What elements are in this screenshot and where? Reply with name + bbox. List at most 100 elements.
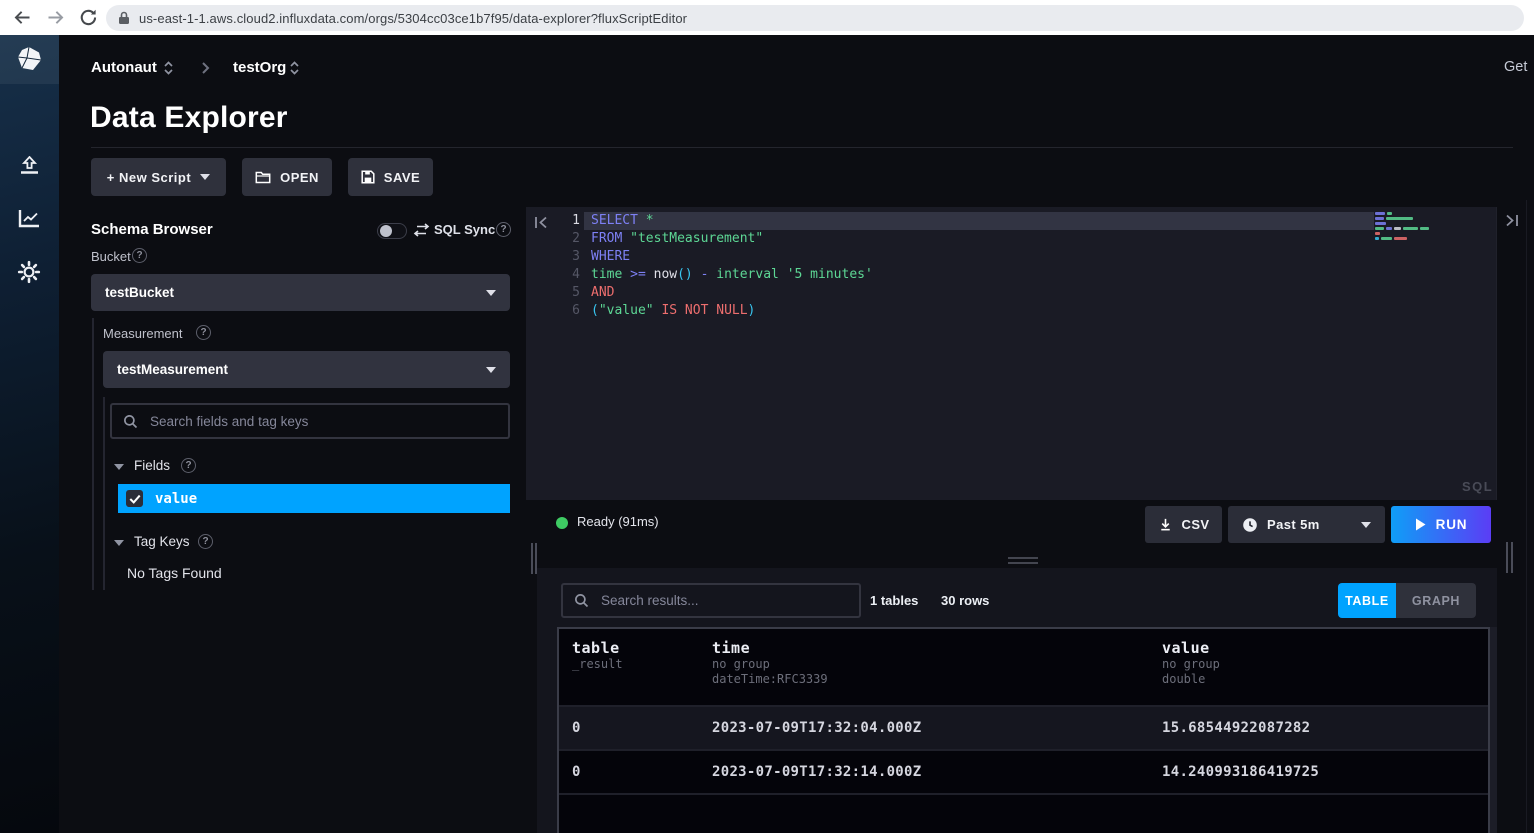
line-number: 2 xyxy=(546,230,580,248)
run-label: RUN xyxy=(1436,517,1468,532)
bucket-label: Bucket xyxy=(91,249,131,264)
schema-browser-title: Schema Browser xyxy=(91,221,213,238)
new-script-button[interactable]: + New Script xyxy=(91,158,226,196)
breadcrumb-separator-icon xyxy=(201,62,210,74)
tab-table[interactable]: TABLE xyxy=(1338,583,1396,618)
forward-icon[interactable] xyxy=(45,7,66,28)
bucket-value: testBucket xyxy=(105,285,174,300)
table-cell: 15.68544922087282 xyxy=(1149,720,1488,736)
results-table-header: table_resulttimeno groupdateTime:RFC3339… xyxy=(559,629,1488,705)
get-link[interactable]: Get xyxy=(1504,59,1527,75)
fields-help-icon[interactable]: ? xyxy=(181,458,196,473)
field-item-value[interactable]: value xyxy=(118,484,510,513)
right-splitter-handle[interactable] xyxy=(1511,542,1513,573)
time-range-dropdown[interactable]: Past 5m xyxy=(1228,506,1385,543)
address-bar[interactable]: us-east-1-1.aws.cloud2.influxdata.com/or… xyxy=(106,5,1524,31)
sync-arrows-icon xyxy=(413,223,430,237)
csv-button[interactable]: CSV xyxy=(1145,506,1222,543)
code-line[interactable]: AND xyxy=(584,284,1374,302)
upload-icon[interactable] xyxy=(17,156,42,176)
no-tags-text: No Tags Found xyxy=(127,565,222,581)
table-cell: 0 xyxy=(559,720,699,736)
editor-gutter: 123456 xyxy=(546,212,580,320)
breadcrumb-org[interactable]: Autonaut xyxy=(91,59,157,76)
schema-search[interactable] xyxy=(110,403,510,439)
check-icon xyxy=(129,494,141,504)
tag-keys-label: Tag Keys xyxy=(134,534,190,549)
org-switcher-icon[interactable] xyxy=(163,60,174,76)
language-badge: SQL xyxy=(1462,479,1493,494)
code-line[interactable]: FROM "testMeasurement" xyxy=(584,230,1374,248)
line-number: 6 xyxy=(546,302,580,320)
open-button[interactable]: OPEN xyxy=(242,158,332,196)
measurement-dropdown[interactable]: testMeasurement xyxy=(103,351,510,388)
bucket-dropdown[interactable]: testBucket xyxy=(91,274,510,311)
chevron-down-icon xyxy=(200,174,210,180)
editor-minimap[interactable] xyxy=(1375,212,1437,242)
table-cell: 2023-07-09T17:32:14.000Z xyxy=(699,764,1149,780)
breadcrumb-project[interactable]: testOrg xyxy=(233,59,286,76)
line-number: 4 xyxy=(546,266,580,284)
sql-editor[interactable]: 123456 SELECT *FROM "testMeasurement"WHE… xyxy=(526,207,1497,500)
results-table: table_resulttimeno groupdateTime:RFC3339… xyxy=(557,627,1490,833)
sql-sync-help-icon[interactable]: ? xyxy=(496,222,511,237)
search-icon xyxy=(574,593,589,608)
schema-search-input[interactable] xyxy=(148,413,497,430)
tables-count: 1 tables xyxy=(870,593,918,608)
horizontal-splitter-handle[interactable] xyxy=(1008,557,1038,559)
run-button[interactable]: RUN xyxy=(1391,506,1491,543)
results-search[interactable] xyxy=(561,583,861,618)
field-checkbox[interactable] xyxy=(126,490,143,507)
nav-sidebar: ? xyxy=(0,35,59,833)
column-header: timeno groupdateTime:RFC3339 xyxy=(699,629,1149,705)
code-line[interactable]: WHERE xyxy=(584,248,1374,266)
measurement-label: Measurement xyxy=(103,326,182,341)
save-button[interactable]: SAVE xyxy=(348,158,433,196)
new-script-label: + New Script xyxy=(107,170,191,185)
data-explorer-icon[interactable] xyxy=(18,209,41,228)
page-title: Data Explorer xyxy=(90,101,288,135)
table-row-empty xyxy=(559,795,1488,833)
right-splitter-handle[interactable] xyxy=(1506,542,1508,573)
status-text: Ready (91ms) xyxy=(577,514,659,529)
collapse-right-icon[interactable] xyxy=(1504,214,1519,227)
results-search-input[interactable] xyxy=(599,592,848,609)
table-cell: 14.240993186419725 xyxy=(1149,764,1488,780)
url-text: us-east-1-1.aws.cloud2.influxdata.com/or… xyxy=(139,11,687,26)
measurement-value: testMeasurement xyxy=(117,362,228,377)
lock-icon xyxy=(118,11,130,25)
clock-icon xyxy=(1242,517,1258,533)
fields-collapse-icon[interactable] xyxy=(114,464,124,470)
code-line[interactable]: SELECT * xyxy=(584,212,1374,230)
chevron-down-icon xyxy=(1361,522,1371,528)
indent-guide xyxy=(103,397,105,590)
results-scrollbar[interactable] xyxy=(1490,627,1497,833)
bucket-help-icon[interactable]: ? xyxy=(132,248,147,263)
editor-code[interactable]: SELECT *FROM "testMeasurement"WHEREtime … xyxy=(584,212,1374,320)
back-icon[interactable] xyxy=(12,7,33,28)
left-splitter-handle[interactable] xyxy=(531,543,533,574)
time-range-label: Past 5m xyxy=(1267,517,1320,532)
tab-graph[interactable]: GRAPH xyxy=(1396,583,1476,618)
influxdb-logo-icon[interactable] xyxy=(16,46,43,72)
table-cell: 2023-07-09T17:32:04.000Z xyxy=(699,720,1149,736)
line-number: 1 xyxy=(546,212,580,230)
tag-keys-collapse-icon[interactable] xyxy=(114,540,124,546)
code-line[interactable]: ("value" IS NOT NULL) xyxy=(584,302,1374,320)
save-disk-icon xyxy=(361,170,375,184)
browser-toolbar: us-east-1-1.aws.cloud2.influxdata.com/or… xyxy=(0,0,1534,35)
code-line[interactable]: time >= now() - interval '5 minutes' xyxy=(584,266,1374,284)
title-divider xyxy=(91,147,1513,148)
line-number: 5 xyxy=(546,284,580,302)
horizontal-splitter-handle[interactable] xyxy=(1008,562,1038,564)
tag-keys-help-icon[interactable]: ? xyxy=(198,534,213,549)
sql-sync-toggle[interactable] xyxy=(377,223,407,239)
measurement-help-icon[interactable]: ? xyxy=(196,325,211,340)
app-window: us-east-1-1.aws.cloud2.influxdata.com/or… xyxy=(0,0,1534,833)
project-switcher-icon[interactable] xyxy=(289,60,300,76)
table-row: 02023-07-09T17:32:04.000Z15.685449220872… xyxy=(559,707,1488,749)
reload-icon[interactable] xyxy=(79,8,98,27)
csv-label: CSV xyxy=(1182,517,1210,532)
status-dot xyxy=(556,517,568,529)
settings-gear-icon[interactable] xyxy=(17,260,41,284)
